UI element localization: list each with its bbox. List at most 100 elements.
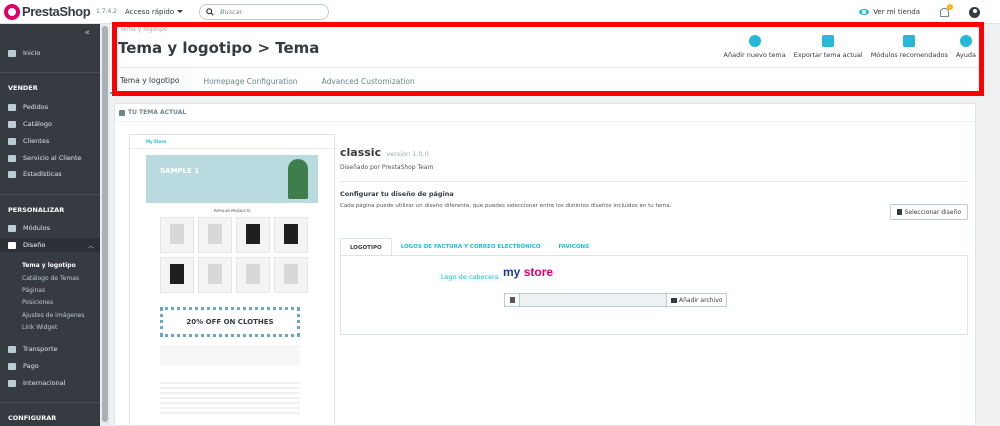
preview-nav: My Store (130, 135, 334, 149)
help-button[interactable]: Ayuda (956, 35, 976, 59)
page-title: Tema y logotipo > Tema (118, 39, 320, 57)
sidebar-subitem-theme-catalog[interactable]: Catálogo de Temas (22, 275, 79, 282)
sidebar-subitem-theme-logo[interactable]: Tema y logotipo (22, 262, 76, 269)
sidebar-item-shipping[interactable]: Transporte (0, 342, 100, 356)
quick-access-dropdown[interactable]: Acceso rápido (125, 8, 184, 16)
sidebar-item-label: Clientes (23, 137, 50, 145)
tab-invoice-email-logos[interactable]: LOGOS DE FACTURA Y CORREO ELECTRÓNICO (392, 238, 550, 256)
sidebar-item-label: Catálogo (23, 120, 52, 128)
layout-config-description: Cada página puede utilizar un diseño dif… (340, 203, 672, 209)
user-avatar-icon[interactable] (969, 6, 980, 18)
credit-card-icon (8, 362, 16, 370)
preview-section-title: POPULAR PRODUCTS (213, 209, 251, 213)
sidebar-subitem-image-settings[interactable]: Ajustes de imágenes (22, 312, 85, 319)
product-thumb (160, 257, 194, 293)
breadcrumb[interactable]: Tema y logotipo (120, 26, 168, 33)
file-name-field[interactable] (520, 293, 666, 307)
sidebar-item-design[interactable]: Diseño ︿ (0, 238, 100, 252)
scrollbar-thumb[interactable] (102, 26, 108, 422)
sidebar-item-label: Servicio al Cliente (23, 154, 82, 162)
sidebar-subitem-link-widget[interactable]: Link Widget (22, 324, 57, 331)
toolbar-label: Ayuda (955, 51, 976, 59)
theme-info: classic version 1.0.0 Diseñado por Prest… (340, 146, 968, 220)
eye-icon (859, 9, 870, 15)
tab-advanced-customization[interactable]: Advanced Customization (312, 68, 429, 94)
add-new-theme-button[interactable]: Añadir nuevo tema (724, 35, 786, 59)
notification-badge: 1 (947, 3, 953, 10)
trending-icon (8, 49, 16, 57)
search-input[interactable]: Buscar (199, 3, 330, 20)
logo-upload: Añadir archivo (504, 293, 728, 307)
sidebar-divider (0, 402, 100, 403)
add-file-button[interactable]: Añadir archivo (666, 293, 728, 307)
recommended-modules-button[interactable]: Módulos recomendados (871, 35, 948, 59)
tab-theme-logo[interactable]: Tema y logotipo (110, 68, 194, 94)
sidebar-item-stats[interactable]: Estadísticas (0, 167, 100, 181)
prestashop-logo-icon (4, 3, 20, 20)
sidebar-scrollbar[interactable] (100, 24, 110, 426)
sidebar-item-label: Diseño (23, 241, 46, 249)
sidebar-item-customer-service[interactable]: Servicio al Cliente (0, 151, 100, 165)
sidebar-subitem-pages[interactable]: Páginas (22, 287, 45, 294)
notifications-bell-icon[interactable]: 1 (940, 3, 953, 17)
sidebar-item-label: Pedidos (23, 103, 49, 111)
sidebar-item-catalog[interactable]: Catálogo (0, 117, 100, 131)
file-upload-icon (504, 293, 520, 307)
view-store-link[interactable]: Ver mi tienda (873, 8, 920, 16)
version-label: 1.7.4.2 (96, 8, 117, 15)
tab-homepage-configuration[interactable]: Homepage Configuration (193, 68, 311, 94)
divider (340, 181, 968, 182)
sidebar-subitem-positions[interactable]: Posiciones (22, 299, 53, 306)
section-sell: VENDER (8, 84, 38, 92)
sidebar-item-label: Inicio (23, 49, 41, 57)
sidebar-item-label: Transporte (23, 345, 58, 353)
logo-tabs: LOGOTIPO LOGOS DE FACTURA Y CORREO ELECT… (340, 238, 968, 256)
header-tabs: Tema y logotipo Homepage Configuration A… (110, 67, 984, 94)
prestashop-logo[interactable]: PrestaShop (0, 3, 110, 20)
sidebar-divider (0, 72, 100, 73)
layout-config-title: Configurar tu diseño de página (340, 190, 454, 198)
sidebar-item-payment[interactable]: Pago (0, 359, 100, 373)
product-thumb (198, 217, 232, 253)
product-thumb (198, 257, 232, 293)
theme-designer: Diseñado por PrestaShop Team (340, 164, 434, 171)
share-icon (822, 35, 835, 47)
sidebar-item-label: Internacional (23, 379, 66, 387)
theme-version: version 1.0.0 (386, 150, 429, 158)
current-theme-panel: TU TEMA ACTUAL My Store SAMPLE 1 POPULAR… (114, 103, 976, 426)
panel-heading: TU TEMA ACTUAL (115, 104, 975, 122)
preview-banner: 20% OFF ON CLOTHES (160, 307, 300, 337)
select-layout-button[interactable]: Seleccionar diseño (889, 204, 968, 220)
caret-down-icon (177, 10, 184, 13)
preview-text-block (160, 345, 300, 365)
theme-preview-image: My Store SAMPLE 1 POPULAR PRODUCTS 20% O… (129, 134, 335, 426)
bar-chart-icon (8, 170, 16, 178)
toolbar-label: Añadir nuevo tema (723, 51, 786, 59)
product-thumb (236, 217, 270, 253)
file-icon (896, 209, 902, 215)
search-placeholder: Buscar (220, 7, 243, 16)
store-logo-part: store (523, 265, 554, 279)
tab-favicons[interactable]: FAVICONS (550, 238, 599, 256)
export-theme-button[interactable]: Exportar tema actual (794, 35, 863, 59)
sidebar-item-home[interactable]: Inicio (0, 46, 100, 60)
preview-product-grid (160, 217, 334, 293)
header-logo-label: Logo de cabecera (438, 272, 502, 282)
tab-logo[interactable]: LOGOTIPO (340, 238, 392, 256)
sidebar-item-orders[interactable]: Pedidos (0, 100, 100, 114)
folder-open-icon (671, 297, 677, 303)
theme-name: classic (340, 146, 382, 159)
chat-icon (8, 154, 16, 162)
sidebar-item-label: Estadísticas (23, 170, 62, 178)
product-thumb (236, 257, 270, 293)
truck-icon (8, 345, 16, 353)
help-icon (959, 35, 972, 47)
sidebar-item-international[interactable]: Internacional (0, 376, 100, 390)
sidebar: « Inicio VENDER Pedidos Catálogo Cliente… (0, 24, 100, 426)
sidebar-item-customers[interactable]: Clientes (0, 134, 100, 148)
sidebar-item-label: Módulos (23, 224, 50, 232)
sidebar-item-modules[interactable]: Módulos (0, 221, 100, 235)
collapse-sidebar-icon[interactable]: « (84, 28, 90, 38)
select-layout-label: Seleccionar diseño (904, 208, 961, 216)
product-thumb (274, 217, 308, 253)
